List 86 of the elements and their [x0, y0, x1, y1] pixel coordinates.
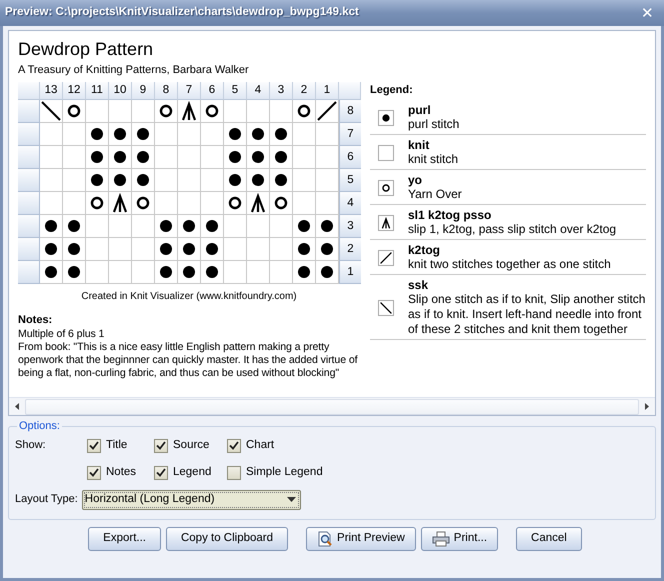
column-number: 11 [86, 82, 109, 100]
chart-cell [178, 146, 201, 168]
chart-cell [178, 168, 201, 192]
scroll-left-icon[interactable] [15, 403, 19, 410]
row-number: 3 [339, 214, 361, 238]
legend-name: knit [408, 138, 430, 152]
pattern-title: Dewdrop Pattern [18, 38, 154, 60]
row-number: 2 [339, 238, 361, 260]
checkmark-icon [156, 468, 166, 477]
legend-name: purl [408, 103, 432, 117]
row-header-cell [18, 214, 40, 238]
scroll-right-icon[interactable] [645, 403, 649, 410]
checkbox[interactable]: Legend [154, 464, 216, 482]
column-number: 9 [132, 82, 155, 100]
legend-description: knit two stitches together as one stitch [408, 257, 611, 272]
checkbox[interactable]: Source [154, 436, 216, 454]
row-header-cell [18, 100, 40, 122]
checkbox[interactable]: Notes [87, 464, 143, 482]
row-number: 1 [339, 260, 361, 284]
legend-description: knit stitch [408, 152, 458, 167]
chart-cell [109, 260, 132, 284]
legend-description: Slip one stitch as if to knit, Slip another stitch as if to knit. Insert left-hand needle into front of these 2 stitches and knit them together [408, 292, 646, 337]
symbol-swatch [378, 144, 394, 160]
notes-heading: Notes: [18, 312, 54, 328]
column-number: 8 [155, 82, 178, 100]
show-label: Show: [15, 438, 47, 454]
header-cell [18, 82, 40, 100]
row-number: 6 [339, 146, 361, 168]
checkmark-icon [89, 468, 99, 477]
checkbox[interactable]: Title [87, 436, 143, 454]
magnifier-page-icon [317, 531, 334, 547]
printer-icon [432, 531, 450, 547]
dialog-button[interactable]: Copy to Clipboard [166, 527, 288, 551]
chart-cell [247, 238, 270, 260]
checkbox[interactable]: Chart [227, 436, 274, 454]
row-header-cell [18, 168, 40, 192]
note-text: From book: "This is a nice easy little English pattern making a pretty openwork that the beginnner can quickly master. It has the added virtue of being a flat, non-curling fabric, and thus can be used without blocking" [18, 341, 359, 380]
row-number: 7 [339, 122, 361, 146]
legend-name: yo [408, 173, 424, 187]
row-header-cell [18, 122, 40, 146]
header-cell [339, 82, 361, 100]
credit-text: Created in Knit Visualizer (www.knitfoundry.com) [80, 290, 298, 304]
pattern-source: A Treasury of Knitting Patterns, Barbara Walker [18, 63, 250, 78]
chart-cell [109, 238, 132, 260]
legend-name: ssk [408, 278, 430, 292]
row-number: 8 [339, 100, 361, 122]
dialog-button[interactable]: Print Preview [306, 527, 416, 551]
horizontal-scrollbar[interactable] [9, 397, 655, 415]
column-number: 2 [293, 82, 316, 100]
row-number: 4 [339, 192, 361, 214]
row-header-cell [18, 146, 40, 168]
column-number: 7 [178, 82, 201, 100]
row-header-cell [18, 238, 40, 260]
legend-description: purl stitch [408, 117, 460, 132]
dialog-button[interactable]: Export... [88, 527, 161, 551]
row-header-cell [18, 192, 40, 214]
layout-type-dropdown[interactable]: Horizontal (Long Legend) [82, 490, 301, 510]
dialog-button[interactable]: Print... [420, 527, 498, 551]
legend-name: k2tog [408, 243, 442, 257]
note-text: Multiple of 6 plus 1 [18, 328, 106, 341]
column-number: 1 [316, 82, 339, 100]
legend-name: sl1 k2tog psso [408, 208, 492, 222]
column-number: 4 [247, 82, 270, 100]
row-header-cell [18, 260, 40, 284]
column-number: 13 [40, 82, 63, 100]
chart-cell [40, 146, 63, 168]
column-number: 10 [109, 82, 132, 100]
chart-cell [247, 260, 270, 284]
checkbox[interactable]: Simple Legend [227, 464, 323, 482]
column-number: 12 [63, 82, 86, 100]
caret-icon [286, 497, 296, 502]
window-title: Preview: C:\projects\KnitVisualizer\charts\dewdrop_bwpg149.kct [5, 5, 359, 20]
legend-description: slip 1, k2tog, pass slip stitch over k2tog [408, 222, 616, 237]
column-number: 3 [270, 82, 293, 100]
column-number: 6 [201, 82, 224, 100]
checkmark-icon [156, 441, 166, 450]
legend-heading: Legend: [370, 82, 414, 98]
checkmark-icon [89, 441, 99, 450]
options-label: Options: [18, 420, 61, 432]
legend-description: Yarn Over [408, 187, 462, 202]
column-number: 5 [224, 82, 247, 100]
layout-type-label: Layout Type: [15, 492, 78, 508]
row-number: 5 [339, 168, 361, 192]
dialog-button[interactable]: Cancel [516, 527, 582, 551]
checkmark-icon [229, 441, 239, 450]
chart-cell [40, 168, 63, 192]
